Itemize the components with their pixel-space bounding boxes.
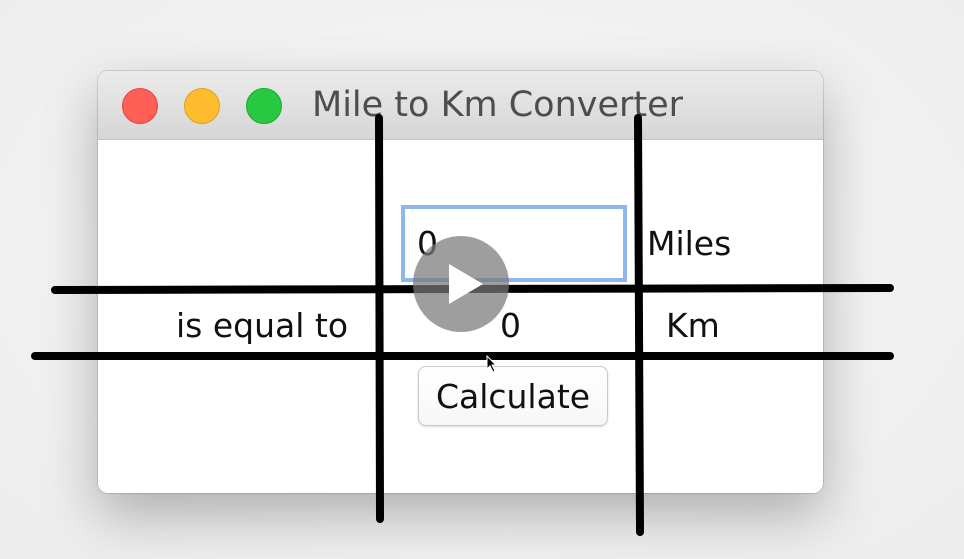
km-unit-label: Km [666, 306, 720, 345]
maximize-window-button[interactable] [246, 88, 282, 124]
screen: Mile to Km Converter Miles is equal to 0… [0, 0, 964, 559]
is-equal-to-label: is equal to [176, 306, 349, 345]
cursor-arrow-icon [486, 355, 498, 373]
minimize-window-button[interactable] [184, 88, 220, 124]
title-bar[interactable]: Mile to Km Converter [98, 71, 823, 140]
close-window-button[interactable] [122, 88, 158, 124]
miles-unit-label: Miles [647, 224, 732, 263]
window-title: Mile to Km Converter [312, 85, 684, 125]
calculate-button[interactable]: Calculate [418, 366, 608, 426]
play-icon[interactable] [413, 236, 509, 332]
